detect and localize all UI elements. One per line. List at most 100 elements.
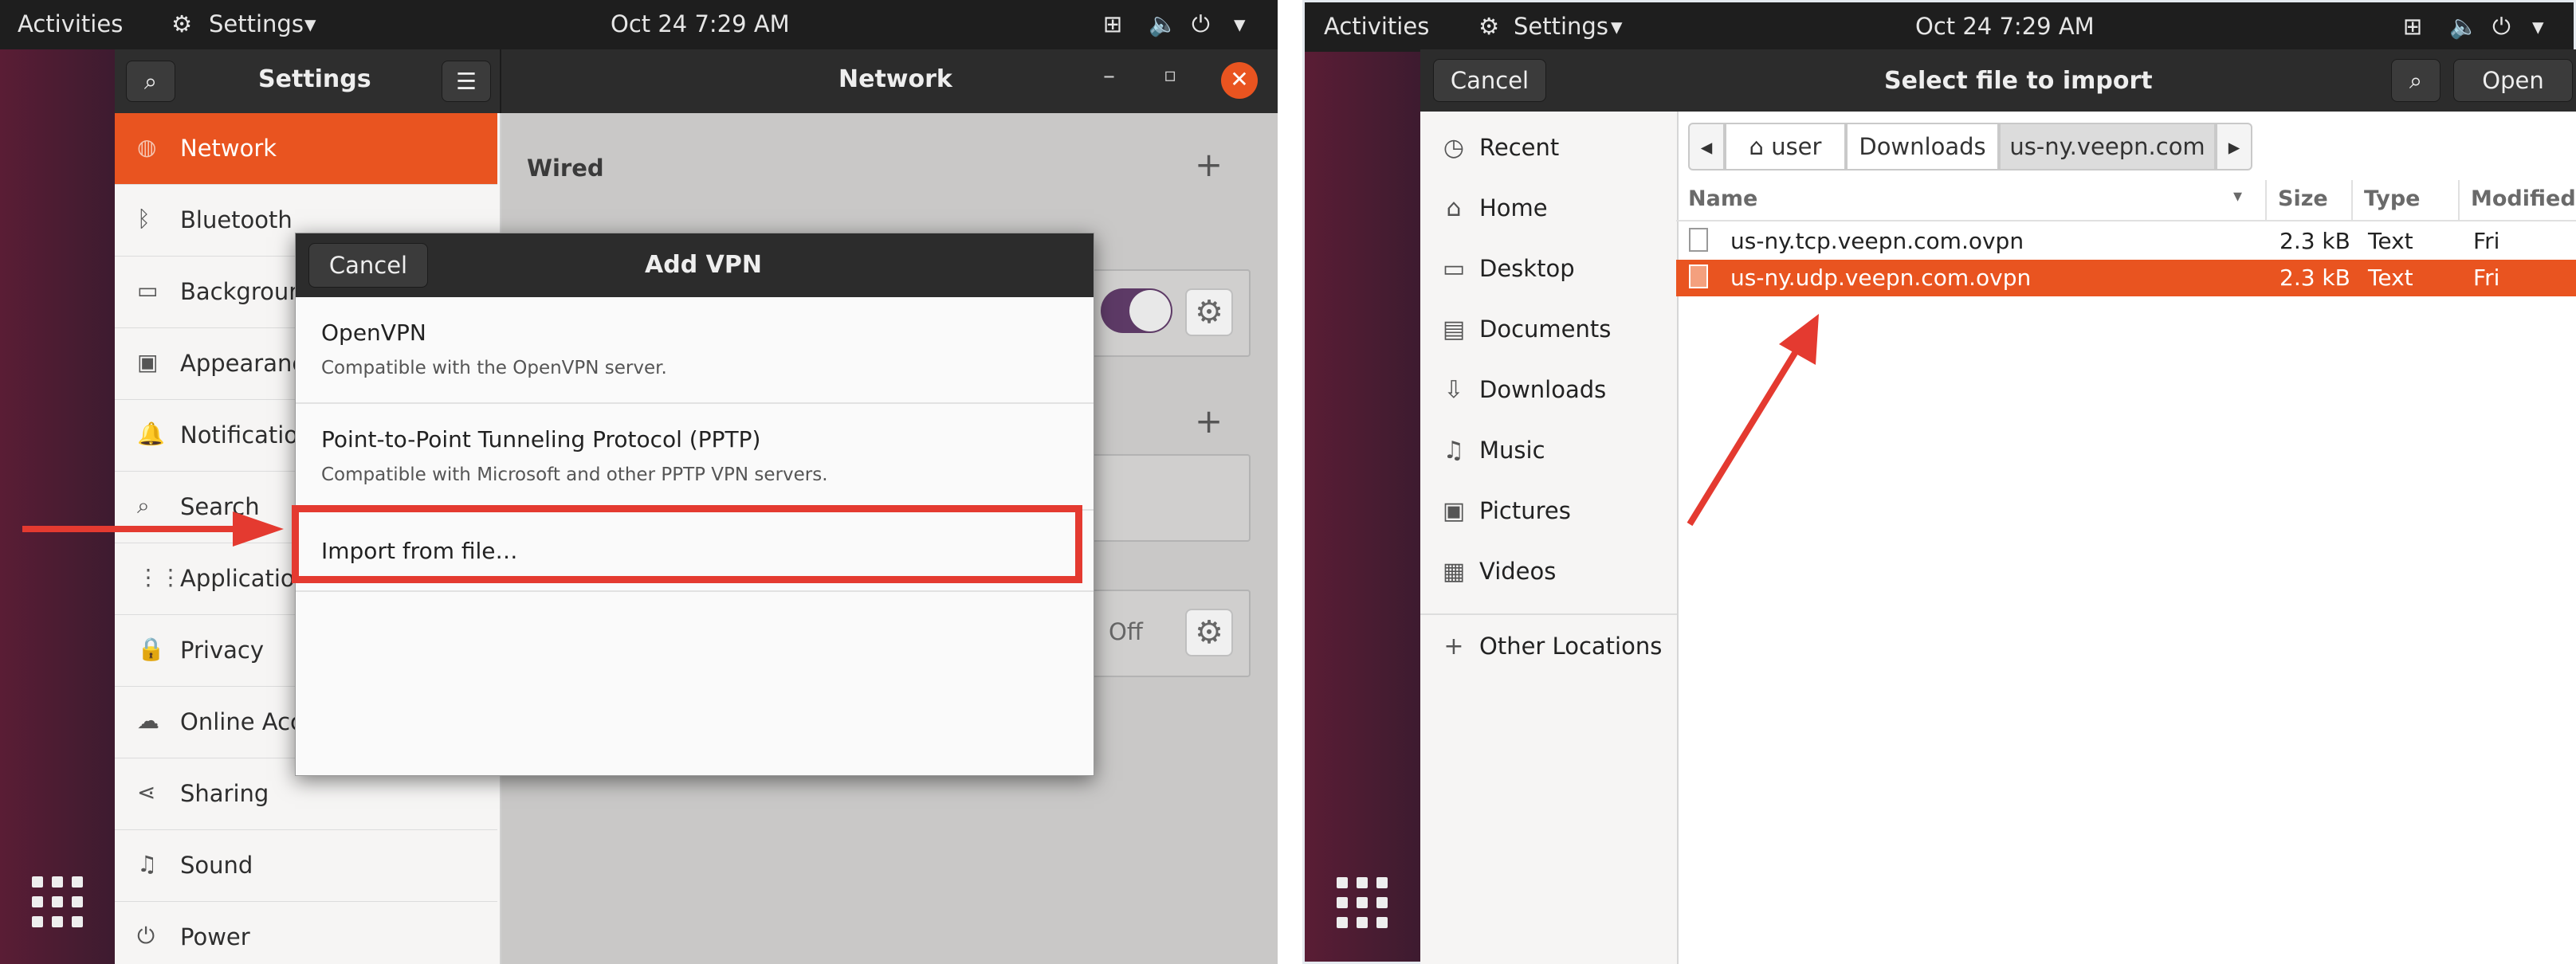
sidebar-item-network[interactable]: ◍ Network (115, 113, 497, 185)
column-modified[interactable]: Modified (2471, 186, 2576, 211)
path-segment-current[interactable]: us-ny.veepn.com (1999, 123, 2216, 170)
place-downloads[interactable]: ⇩ Downloads (1420, 360, 1679, 421)
top-bar: Activities ⚙ Settings ▾ Oct 24 7:29 AM ⊞… (1305, 2, 2574, 52)
column-header-row (1676, 180, 2576, 221)
open-button[interactable]: Open (2453, 59, 2573, 102)
place-desktop[interactable]: ▭ Desktop (1420, 239, 1679, 300)
power-icon[interactable]: ⏻ (2492, 13, 2511, 41)
desktop-icon: ▭ (1442, 255, 1466, 283)
sidebar-item-sound[interactable]: ♫ Sound (115, 830, 497, 902)
plus-icon: + (1443, 633, 1464, 660)
clock-icon: ◷ (1443, 134, 1465, 162)
column-type[interactable]: Type (2364, 186, 2420, 211)
search-button[interactable]: ⌕ (126, 61, 175, 102)
bell-icon: 🔔 (137, 421, 165, 447)
column-size[interactable]: Size (2278, 186, 2328, 211)
chevron-down-icon[interactable]: ▾ (1234, 10, 1246, 37)
sidebar-item-power[interactable]: ⏻ Power (115, 902, 497, 964)
gear-icon[interactable]: ⚙ (1185, 609, 1233, 656)
table-row[interactable]: us-ny.tcp.veepn.com.ovpn 2.3 kB Text Fri (1676, 223, 2576, 260)
place-label: Other Locations (1479, 633, 1663, 660)
option-subtitle: Compatible with the OpenVPN server. (321, 358, 667, 378)
activities-button[interactable]: Activities (1324, 13, 1429, 40)
app-menu[interactable]: Settings (209, 10, 304, 37)
download-icon: ⇩ (1443, 376, 1464, 404)
search-icon: ⌕ (143, 68, 158, 95)
chevron-right-icon: ▸ (2228, 133, 2240, 160)
cancel-button[interactable]: Cancel (308, 243, 428, 288)
cancel-button[interactable]: Cancel (1433, 59, 1546, 102)
close-icon[interactable]: ✕ (1221, 62, 1258, 99)
network-icon[interactable]: ⊞ (1103, 10, 1122, 37)
wired-toggle[interactable] (1101, 288, 1172, 333)
chevron-left-icon: ◂ (1700, 133, 1713, 160)
sidebar-item-label: Bluetooth (180, 206, 293, 233)
sort-icon[interactable]: ▾ (2233, 186, 2242, 206)
place-recent[interactable]: ◷ Recent (1420, 118, 1679, 178)
activities-button[interactable]: Activities (18, 10, 123, 37)
file-type: Text (2368, 228, 2413, 254)
text-file-icon (1689, 265, 1708, 288)
dialog-title: Add VPN (645, 251, 762, 279)
file-name: us-ny.udp.veepn.com.ovpn (1730, 265, 2032, 291)
path-segment-user[interactable]: ⌂ user (1725, 123, 1846, 170)
path-back-button[interactable]: ◂ (1688, 123, 1725, 170)
wired-heading: Wired (527, 155, 604, 182)
option-pptp[interactable]: Point-to-Point Tunneling Protocol (PPTP)… (296, 404, 1094, 511)
music-icon: ♫ (1443, 437, 1465, 464)
path-segment-downloads[interactable]: Downloads (1846, 123, 1999, 170)
chevron-down-icon[interactable]: ▾ (2532, 13, 2544, 40)
show-apps-icon[interactable] (1337, 877, 1388, 928)
volume-icon[interactable]: 🔈 (2449, 13, 2478, 41)
file-modified: Fri (2473, 265, 2500, 291)
show-apps-icon[interactable] (32, 876, 83, 927)
minimize-icon[interactable]: – (1103, 62, 1115, 90)
apps-icon: ⋮⋮ (137, 564, 182, 590)
chevron-down-icon: ▾ (304, 10, 316, 37)
sidebar-item-label: Privacy (180, 637, 264, 664)
sidebar-item-label: Sound (180, 852, 253, 879)
path-forward-button[interactable]: ▸ (2216, 123, 2252, 170)
power-icon[interactable]: ⏻ (1192, 10, 1210, 38)
network-icon[interactable]: ⊞ (2403, 13, 2422, 40)
sidebar-item-label: Network (180, 135, 277, 162)
search-button[interactable]: ⌕ (2391, 59, 2441, 102)
path-label: us-ny.veepn.com (2009, 133, 2205, 160)
option-openvpn[interactable]: OpenVPN Compatible with the OpenVPN serv… (296, 297, 1094, 404)
clock[interactable]: Oct 24 7:29 AM (1915, 13, 2095, 40)
place-label: Music (1479, 437, 1545, 464)
panel-title: Network (838, 65, 952, 93)
gear-icon[interactable]: ⚙ (1185, 288, 1233, 336)
monitor-icon: ▭ (137, 277, 159, 304)
place-music[interactable]: ♫ Music (1420, 421, 1679, 481)
place-pictures[interactable]: ▣ Pictures (1420, 481, 1679, 542)
places-sidebar: ◷ Recent ⌂ Home ▭ Desktop ▤ Documents ⇩ Downl… (1420, 112, 1679, 964)
chooser-title: Select file to import (1884, 67, 2153, 95)
table-row[interactable]: us-ny.udp.veepn.com.ovpn 2.3 kB Text Fri (1676, 260, 2576, 296)
option-title: Point-to-Point Tunneling Protocol (PPTP) (321, 426, 761, 453)
column-name[interactable]: Name (1688, 186, 1757, 211)
video-icon: ▦ (1442, 558, 1466, 586)
place-home[interactable]: ⌂ Home (1420, 178, 1679, 239)
clock[interactable]: Oct 24 7:29 AM (611, 10, 790, 37)
volume-icon[interactable]: 🔈 (1149, 10, 1177, 38)
cloud-icon: ☁ (137, 707, 159, 734)
annotation-arrow (1687, 314, 1819, 527)
home-icon: ⌂ (1749, 133, 1772, 160)
network-icon: ◍ (137, 134, 157, 160)
proxy-status: Off (1109, 618, 1143, 645)
place-label: Recent (1479, 134, 1560, 161)
add-vpn-dialog: Cancel Add VPN OpenVPN Compatible with t… (295, 233, 1094, 776)
place-documents[interactable]: ▤ Documents (1420, 300, 1679, 360)
settings-header-bar: ⌕ Settings ☰ Network – ▫ ✕ (115, 49, 1278, 113)
annotation-arrow (22, 511, 284, 547)
app-menu[interactable]: Settings (1514, 13, 1608, 40)
place-label: Downloads (1479, 376, 1607, 403)
add-vpn-icon[interactable]: + (1195, 402, 1223, 441)
home-icon: ⌂ (1446, 194, 1462, 222)
maximize-icon[interactable]: ▫ (1164, 64, 1176, 86)
place-other-locations[interactable]: + Other Locations (1420, 617, 1679, 677)
place-videos[interactable]: ▦ Videos (1420, 542, 1679, 602)
add-wired-icon[interactable]: + (1195, 145, 1223, 184)
menu-button[interactable]: ☰ (442, 61, 491, 102)
